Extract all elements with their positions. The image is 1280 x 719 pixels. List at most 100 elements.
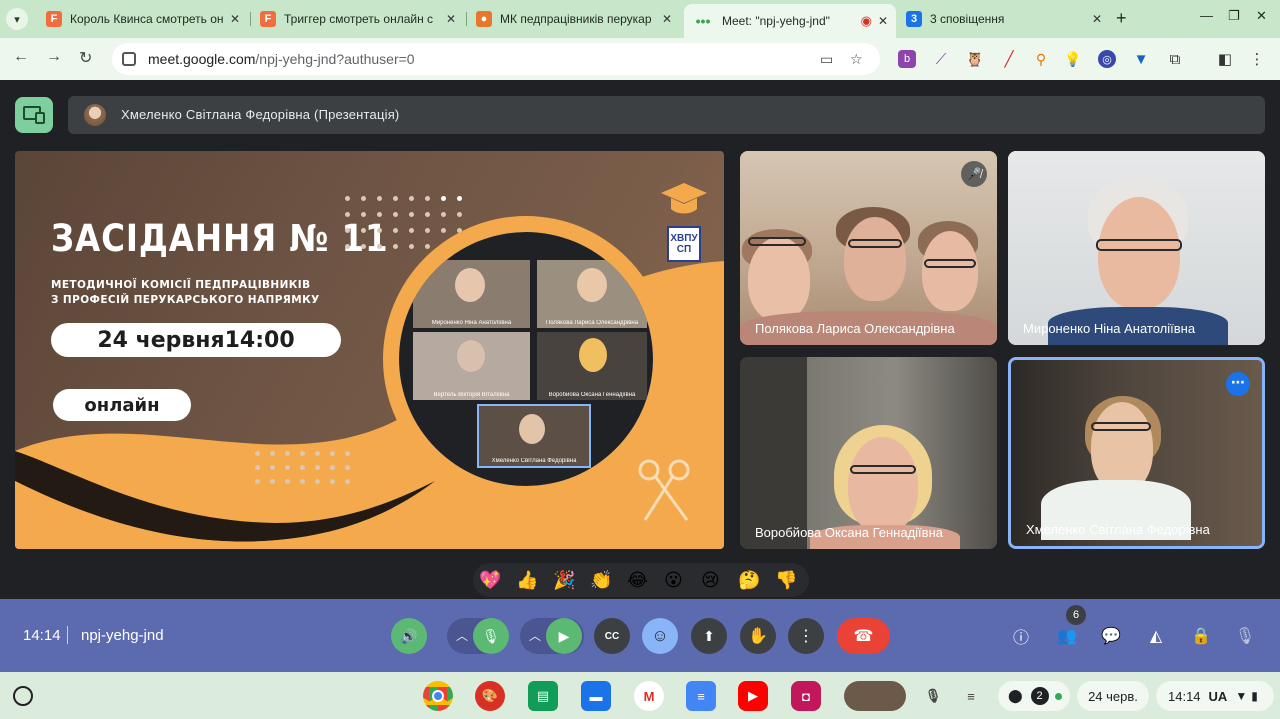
docs-icon[interactable]: ≡ bbox=[686, 681, 716, 711]
bookmark-star-icon[interactable]: ☆ bbox=[850, 51, 863, 68]
reload-icon[interactable]: ↻ bbox=[79, 48, 92, 68]
chevron-up-icon[interactable]: ︿ bbox=[529, 627, 541, 644]
reactions-bar: 💖 👍 🎉 👏 😂 😮 😢 🤔 👎 bbox=[473, 563, 809, 597]
present-button[interactable]: ⬆ bbox=[691, 618, 727, 654]
meet-app-icon[interactable]: ◘ bbox=[791, 681, 821, 711]
emoji-button[interactable]: ☺ bbox=[642, 618, 678, 654]
close-icon[interactable]: ✕ bbox=[1092, 12, 1102, 26]
speaker-icon[interactable]: 🔊 bbox=[391, 618, 427, 654]
camera-button[interactable]: ▶ bbox=[546, 618, 582, 654]
participant-tile-2[interactable]: Мироненко Ніна Анатоліївна bbox=[1008, 151, 1265, 345]
status-area[interactable]: 14:14 UA ▼ ▮ bbox=[1156, 681, 1274, 711]
reaction-clap-icon[interactable]: 👏 bbox=[590, 570, 612, 590]
chevron-up-icon[interactable]: ︿ bbox=[456, 627, 468, 644]
forward-icon[interactable]: → bbox=[46, 48, 62, 66]
battery-icon: ▮ bbox=[1251, 689, 1258, 703]
close-icon[interactable]: ✕ bbox=[878, 14, 888, 28]
status-dot bbox=[1054, 692, 1062, 700]
minimize-icon[interactable]: — bbox=[1200, 8, 1213, 23]
leave-call-button[interactable]: ☎ bbox=[837, 618, 890, 654]
tab-meet-active[interactable]: ••• Meet: "npj-yehg-jnd" ◉ ✕ bbox=[684, 4, 896, 38]
close-window-icon[interactable]: ✕ bbox=[1256, 8, 1267, 24]
notifications-pill[interactable]: ⬤ 2 bbox=[998, 681, 1070, 711]
reaction-party-icon[interactable]: 🎉 bbox=[553, 570, 575, 590]
reaction-laugh-icon[interactable]: 😂 bbox=[627, 570, 648, 590]
extension-circle-icon[interactable]: ◎ bbox=[1098, 50, 1116, 68]
recording-icon: ◉ bbox=[860, 13, 872, 28]
chrome-icon[interactable] bbox=[423, 681, 453, 711]
tab-3[interactable]: ● МК педпрацівників перукар ✕ bbox=[468, 6, 680, 32]
activities-icon[interactable]: ◭ bbox=[1145, 625, 1167, 647]
tab-2-favicon: F bbox=[260, 11, 276, 27]
raise-hand-button[interactable]: ✋ bbox=[740, 618, 776, 654]
slide-format: онлайн bbox=[53, 389, 191, 421]
window-thumbnails[interactable] bbox=[844, 681, 906, 711]
presenter-label: Хмеленко Світлана Федорівна (Презентація… bbox=[121, 107, 400, 122]
camera-icon[interactable]: ▭ bbox=[820, 51, 833, 68]
more-options-button[interactable]: ⋮ bbox=[788, 618, 824, 654]
reaction-thinking-icon[interactable]: 🤔 bbox=[738, 570, 760, 590]
palette-icon[interactable]: 🎨 bbox=[475, 681, 505, 711]
participant-tile-4-active[interactable]: ⋯ Хмеленко Світлана Федорівна bbox=[1008, 357, 1265, 549]
back-icon[interactable]: ← bbox=[13, 48, 29, 66]
close-icon[interactable]: ✕ bbox=[662, 12, 672, 26]
side-panel-icon[interactable]: ◧ bbox=[1216, 50, 1234, 68]
extension-marker-icon[interactable]: ╱ bbox=[1000, 50, 1018, 68]
presentation-icon[interactable] bbox=[15, 97, 53, 133]
participant-tile-3[interactable]: Воробйова Оксана Геннадіївна bbox=[740, 357, 997, 549]
tab-search-button[interactable]: ▾ bbox=[6, 8, 28, 30]
extension-search-icon[interactable]: ⚲ bbox=[1032, 50, 1050, 68]
menu-dots-icon[interactable]: ⋮ bbox=[1248, 50, 1266, 68]
new-tab-button[interactable]: + bbox=[1116, 8, 1127, 29]
close-icon[interactable]: ✕ bbox=[446, 12, 456, 26]
restore-icon[interactable]: ❐ bbox=[1228, 8, 1240, 24]
extension-pen-icon[interactable]: ⟋ bbox=[932, 50, 950, 68]
classroom-icon[interactable]: ▤ bbox=[528, 681, 558, 711]
slide-subtitle: МЕТОДИЧНОЇ КОМІСІЇ ПЕДПРАЦІВНИКІВ З ПРОФ… bbox=[51, 279, 320, 306]
notification-count: 2 bbox=[1030, 687, 1049, 705]
reaction-thumbs-down-icon[interactable]: 👎 bbox=[775, 570, 797, 590]
extension-v-icon[interactable]: ▼ bbox=[1132, 50, 1150, 68]
tab-5-favicon: 3 bbox=[906, 11, 922, 27]
host-controls-icon[interactable]: 🔒 bbox=[1190, 625, 1212, 647]
tab-2-title: Триггер смотреть онлайн с bbox=[284, 12, 434, 26]
date-pill[interactable]: 24 черв. bbox=[1077, 681, 1149, 711]
extension-owl-icon[interactable]: 🦉 bbox=[966, 50, 984, 68]
participant-tile-1[interactable]: 🎤̸ Полякова Лариса Олександрівна bbox=[740, 151, 997, 345]
gmail-icon[interactable]: M bbox=[634, 681, 664, 711]
tab-5[interactable]: 3 3 сповіщення ✕ bbox=[898, 6, 1110, 32]
presentation-banner: Хмеленко Світлана Федорівна (Презентація… bbox=[68, 96, 1265, 134]
extension-bulb-icon[interactable]: 💡 bbox=[1064, 50, 1082, 68]
reaction-surprised-icon[interactable]: 😮 bbox=[664, 570, 683, 590]
avatar bbox=[84, 104, 106, 126]
reaction-thumbs-up-icon[interactable]: 👍 bbox=[516, 570, 538, 590]
captions-button[interactable]: CC bbox=[594, 618, 630, 654]
tab-1[interactable]: F Король Квинса смотреть он ✕ bbox=[38, 6, 248, 32]
screenshot-ring: Мироненко Ніна Анатоліївна Полякова Лари… bbox=[383, 216, 669, 502]
extension-b-icon[interactable]: b bbox=[898, 50, 916, 68]
reaction-sad-icon[interactable]: 😢 bbox=[701, 570, 720, 590]
youtube-icon[interactable]: ▶ bbox=[738, 681, 768, 711]
launcher-button[interactable] bbox=[13, 686, 33, 706]
mic-icon[interactable]: 🎙 bbox=[918, 681, 948, 711]
address-bar[interactable]: meet.google.com/npj-yehg-jnd?authuser=0 … bbox=[112, 43, 880, 75]
clock: 14:14 bbox=[1168, 688, 1201, 704]
microphone-button[interactable]: 🎙 bbox=[473, 618, 509, 654]
extensions-puzzle-icon[interactable]: ⧉ bbox=[1166, 50, 1184, 68]
keyboard-layout: UA bbox=[1208, 688, 1228, 704]
media-queue-icon[interactable]: ≡ bbox=[956, 681, 986, 711]
info-icon[interactable]: ⓘ bbox=[1010, 625, 1032, 647]
chat-icon[interactable]: 💬 bbox=[1100, 625, 1122, 647]
tab-strip: ▾ F Король Квинса смотреть он ✕ F Тригге… bbox=[0, 0, 1280, 38]
people-icon[interactable]: 👥 bbox=[1056, 625, 1078, 647]
close-icon[interactable]: ✕ bbox=[230, 12, 240, 26]
presentation-slide: ЗАСІДАННЯ № 11 МЕТОДИЧНОЇ КОМІСІЇ ПЕДПРА… bbox=[15, 151, 724, 549]
call-time: 14:14 bbox=[23, 627, 61, 644]
files-icon[interactable]: ▬ bbox=[581, 681, 611, 711]
site-info-icon[interactable] bbox=[122, 52, 136, 66]
reaction-heart-icon[interactable]: 💖 bbox=[479, 570, 501, 590]
participant-options-icon[interactable]: ⋯ bbox=[1226, 372, 1250, 396]
tab-1-title: Король Квинса смотреть он bbox=[70, 12, 224, 26]
people-count-badge: 6 bbox=[1066, 605, 1086, 625]
tab-2[interactable]: F Триггер смотреть онлайн с ✕ bbox=[252, 6, 464, 32]
